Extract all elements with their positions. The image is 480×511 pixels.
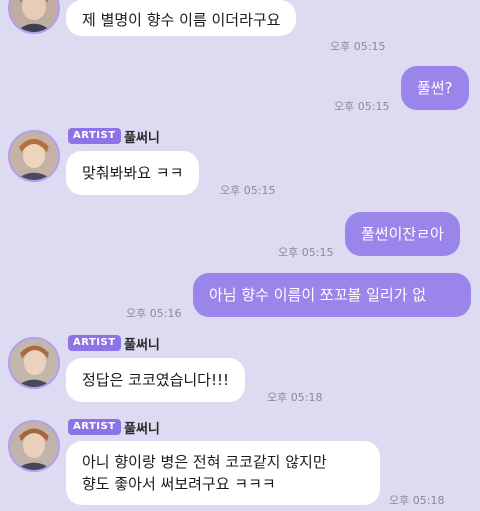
- artist-badge: ARTIST: [68, 335, 121, 351]
- message-time: 오후 05:18: [267, 391, 323, 404]
- message-time: 오후 05:15: [330, 40, 386, 53]
- avatar[interactable]: [8, 420, 60, 472]
- message-time: 오후 05:16: [126, 307, 182, 320]
- message-time: 오후 05:18: [389, 494, 445, 507]
- avatar[interactable]: [8, 0, 60, 34]
- message-bubble[interactable]: 아니 향이랑 병은 전혀 코코같지 않지만 향도 좋아서 써보려구요 ㅋㅋㅋ: [66, 441, 380, 505]
- sender-name[interactable]: 풀써니: [124, 418, 160, 437]
- artist-badge: ARTIST: [68, 419, 121, 435]
- message-bubble[interactable]: 풀썬?: [401, 66, 469, 110]
- avatar[interactable]: [8, 337, 60, 389]
- message-text-line: 향도 좋아서 써보려구요 ㅋㅋㅋ: [82, 475, 276, 493]
- message-time: 오후 05:15: [334, 100, 390, 113]
- message-text: 풀썬?: [417, 79, 453, 97]
- message-time: 오후 05:15: [278, 246, 334, 259]
- artist-photo-icon: [10, 339, 58, 387]
- message-bubble[interactable]: 제 별명이 향수 이름 이더라구요: [66, 0, 297, 36]
- message-bubble[interactable]: 정답은 코코였습니다!!!: [66, 358, 246, 402]
- message-bubble[interactable]: 아님 향수 이름이 쪼꼬볼 일리가 없: [193, 273, 471, 317]
- message-text: 풀썬이잔ㄹ아: [361, 225, 444, 243]
- message-bubble[interactable]: 맞춰봐봐요 ㅋㅋ: [66, 151, 200, 195]
- artist-photo-icon: [10, 0, 58, 32]
- message-text: 맞춰봐봐요 ㅋㅋ: [82, 164, 184, 182]
- avatar[interactable]: [8, 130, 60, 182]
- message-bubble[interactable]: 풀썬이잔ㄹ아: [345, 212, 460, 256]
- sender-name[interactable]: 풀써니: [124, 334, 160, 353]
- artist-badge: ARTIST: [68, 128, 121, 144]
- sender-name[interactable]: 풀써니: [124, 127, 160, 146]
- message-time: 오후 05:15: [220, 184, 276, 197]
- message-text: 정답은 코코였습니다!!!: [82, 371, 230, 389]
- message-text: 제 별명이 향수 이름 이더라구요: [82, 11, 281, 29]
- artist-photo-icon: [10, 422, 58, 470]
- artist-photo-icon: [10, 132, 58, 180]
- message-text: 아님 향수 이름이 쪼꼬볼 일리가 없: [209, 286, 427, 304]
- message-text-line: 아니 향이랑 병은 전혀 코코같지 않지만: [82, 453, 327, 471]
